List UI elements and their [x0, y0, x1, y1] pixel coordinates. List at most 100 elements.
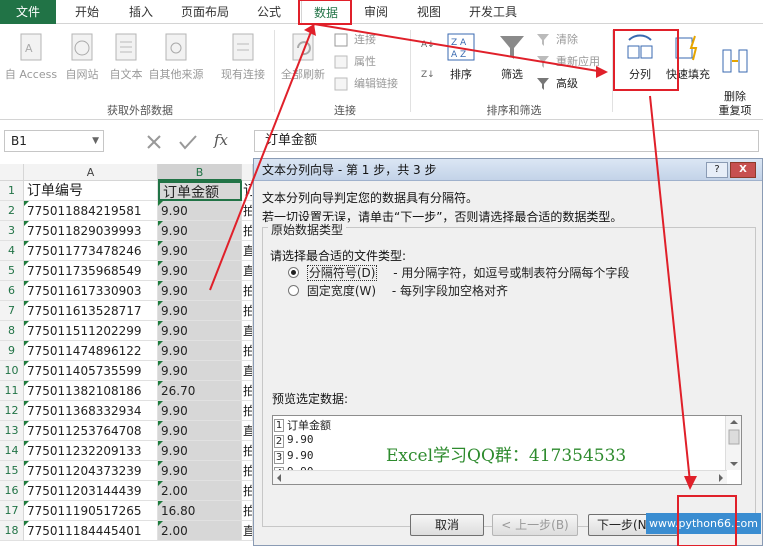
- row-header[interactable]: 1: [0, 181, 24, 201]
- cell-b[interactable]: 16.80: [158, 501, 242, 521]
- row-header[interactable]: 3: [0, 221, 24, 241]
- tab-developer[interactable]: 开发工具: [460, 0, 526, 24]
- cell-c[interactable]: 拍: [242, 501, 253, 521]
- tab-home[interactable]: 开始: [62, 0, 112, 24]
- cell-a[interactable]: 775011203144439: [24, 481, 158, 501]
- cell-b[interactable]: 9.90: [158, 341, 242, 361]
- cell-c[interactable]: 拍: [242, 281, 253, 301]
- cell-b[interactable]: 26.70: [158, 381, 242, 401]
- row-header[interactable]: 14: [0, 441, 24, 461]
- radio-fixed-width[interactable]: [288, 285, 299, 296]
- tab-review[interactable]: 审阅: [354, 0, 398, 24]
- row-header[interactable]: 18: [0, 521, 24, 541]
- select-all-corner[interactable]: [0, 164, 24, 181]
- cell-a[interactable]: 775011405735599: [24, 361, 158, 381]
- column-header-c[interactable]: [242, 164, 253, 181]
- cell-a[interactable]: 775011474896122: [24, 341, 158, 361]
- row-header[interactable]: 10: [0, 361, 24, 381]
- cell-c[interactable]: 直: [242, 521, 253, 541]
- cell-a[interactable]: 775011382108186: [24, 381, 158, 401]
- preview-horizontal-scrollbar[interactable]: [273, 470, 727, 484]
- reapply-button[interactable]: 重新应用: [536, 52, 600, 72]
- cell-b[interactable]: 9.90: [158, 321, 242, 341]
- cell-c[interactable]: 订: [242, 181, 253, 201]
- fx-icon[interactable]: fx: [214, 131, 228, 149]
- row-header[interactable]: 13: [0, 421, 24, 441]
- option-delimited[interactable]: 分隔符号(D) - 用分隔字符，如逗号或制表符分隔每个字段: [288, 264, 629, 281]
- cell-b[interactable]: 9.90: [158, 401, 242, 421]
- cell-b[interactable]: 9.90: [158, 201, 242, 221]
- cell-b[interactable]: 9.90: [158, 461, 242, 481]
- cell-c[interactable]: 拍: [242, 461, 253, 481]
- help-button[interactable]: ?: [706, 162, 728, 178]
- cell-b[interactable]: 9.90: [158, 421, 242, 441]
- cell-c[interactable]: 拍: [242, 441, 253, 461]
- cell-a[interactable]: 775011735968549: [24, 261, 158, 281]
- row-header[interactable]: 16: [0, 481, 24, 501]
- cell-b[interactable]: 订单金额: [158, 181, 242, 201]
- edit-links-button[interactable]: 编辑链接: [334, 74, 398, 94]
- from-text-button[interactable]: 自文本: [104, 32, 148, 82]
- tab-formulas[interactable]: 公式: [244, 0, 294, 24]
- cell-a[interactable]: 775011184445401: [24, 521, 158, 541]
- tab-data[interactable]: 数据: [301, 0, 351, 24]
- cell-c[interactable]: 直: [242, 241, 253, 261]
- cell-c[interactable]: 拍: [242, 221, 253, 241]
- sort-az-button[interactable]: A↓: [420, 34, 438, 54]
- cell-c[interactable]: 拍: [242, 401, 253, 421]
- cell-a[interactable]: 775011617330903: [24, 281, 158, 301]
- cell-a[interactable]: 775011232209133: [24, 441, 158, 461]
- cancel-button[interactable]: 取消: [410, 514, 484, 536]
- column-header-b[interactable]: B: [158, 164, 242, 181]
- row-header[interactable]: 7: [0, 301, 24, 321]
- row-header[interactable]: 9: [0, 341, 24, 361]
- sort-za-button[interactable]: Z↓: [420, 64, 438, 84]
- cell-a[interactable]: 订单编号: [24, 181, 158, 201]
- clear-filter-button[interactable]: 清除: [536, 30, 578, 50]
- tab-insert[interactable]: 插入: [116, 0, 166, 24]
- cell-c[interactable]: 直: [242, 261, 253, 281]
- cell-b[interactable]: 9.90: [158, 441, 242, 461]
- from-web-button[interactable]: 自网站: [60, 32, 104, 82]
- preview-vertical-scrollbar[interactable]: [725, 416, 741, 470]
- cell-a[interactable]: 775011613528717: [24, 301, 158, 321]
- row-header[interactable]: 15: [0, 461, 24, 481]
- chevron-down-icon[interactable]: ▼: [92, 131, 99, 151]
- cell-b[interactable]: 9.90: [158, 301, 242, 321]
- radio-delimited[interactable]: [288, 267, 299, 278]
- cell-a[interactable]: 775011190517265: [24, 501, 158, 521]
- cell-b[interactable]: 9.90: [158, 221, 242, 241]
- row-header[interactable]: 5: [0, 261, 24, 281]
- row-header[interactable]: 12: [0, 401, 24, 421]
- cell-a[interactable]: 775011773478246: [24, 241, 158, 261]
- tab-file[interactable]: 文件: [0, 0, 56, 24]
- cell-b[interactable]: 9.90: [158, 281, 242, 301]
- back-button[interactable]: < 上一步(B): [492, 514, 578, 536]
- cell-c[interactable]: 直: [242, 361, 253, 381]
- cell-c[interactable]: 拍: [242, 381, 253, 401]
- connections-button[interactable]: 连接: [334, 30, 376, 50]
- cell-a[interactable]: 775011884219581: [24, 201, 158, 221]
- cell-c[interactable]: 拍: [242, 301, 253, 321]
- cell-a[interactable]: 775011253764708: [24, 421, 158, 441]
- cell-b[interactable]: 2.00: [158, 521, 242, 541]
- name-box[interactable]: B1 ▼: [4, 130, 104, 152]
- flash-fill-button[interactable]: 快速填充: [662, 32, 714, 82]
- cell-c[interactable]: 拍: [242, 201, 253, 221]
- row-header[interactable]: 17: [0, 501, 24, 521]
- formula-input[interactable]: 订单金额: [254, 130, 759, 152]
- row-header[interactable]: 11: [0, 381, 24, 401]
- row-header[interactable]: 2: [0, 201, 24, 221]
- text-to-columns-button[interactable]: 分列: [620, 32, 660, 82]
- cell-a[interactable]: 775011204373239: [24, 461, 158, 481]
- filter-button[interactable]: 筛选: [494, 32, 530, 82]
- row-header[interactable]: 4: [0, 241, 24, 261]
- cell-c[interactable]: 直: [242, 321, 253, 341]
- cell-b[interactable]: 9.90: [158, 361, 242, 381]
- cell-b[interactable]: 9.90: [158, 241, 242, 261]
- cell-c[interactable]: 直: [242, 421, 253, 441]
- existing-connections-button[interactable]: 现有连接: [216, 32, 270, 82]
- cell-a[interactable]: 775011511202299: [24, 321, 158, 341]
- advanced-filter-button[interactable]: 高级: [536, 74, 578, 94]
- column-header-a[interactable]: A: [24, 164, 158, 181]
